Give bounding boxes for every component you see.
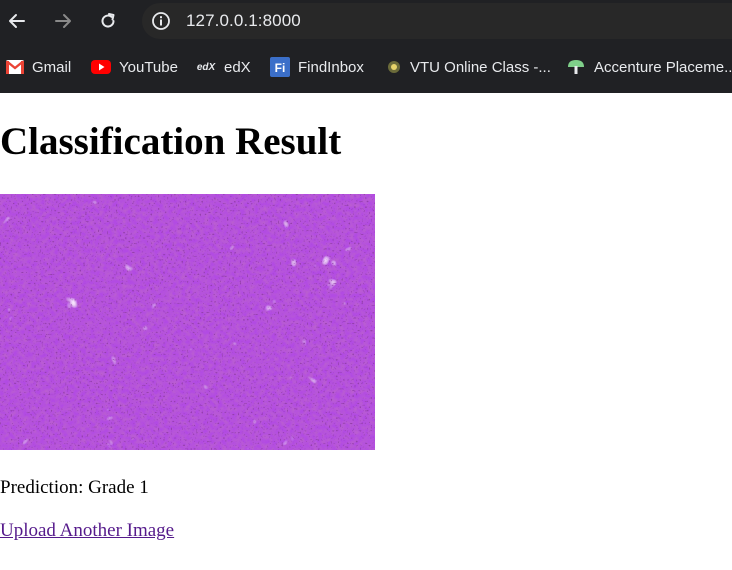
back-arrow-icon [9, 14, 25, 28]
accenture-icon [566, 57, 586, 77]
edx-icon: edX [196, 61, 216, 73]
forward-button[interactable] [50, 8, 76, 34]
prediction-text: Prediction: Grade 1 [0, 477, 149, 498]
bookmark-edx[interactable]: edX edX [196, 57, 251, 77]
reload-icon [101, 13, 115, 28]
forward-arrow-icon [55, 14, 71, 28]
bookmark-gmail[interactable]: Gmail [6, 57, 71, 77]
gmail-icon [6, 60, 24, 74]
youtube-icon [91, 60, 111, 74]
bookmark-label: VTU Online Class -... [410, 58, 551, 76]
bookmark-youtube[interactable]: YouTube [91, 57, 178, 77]
bookmarks-bar: Gmail YouTube edX edX Fi FindInbox VTU O… [0, 42, 732, 93]
site-info-icon[interactable] [151, 11, 171, 31]
bookmark-vtu[interactable]: VTU Online Class -... [386, 57, 551, 77]
page-title: Classification Result [0, 120, 342, 163]
address-bar[interactable]: 127.0.0.1:8000 [142, 3, 732, 39]
bookmark-label: edX [224, 58, 251, 76]
vtu-icon [386, 59, 402, 75]
bookmark-label: Accenture Placeme... [594, 58, 732, 76]
uploaded-tissue-image [0, 194, 375, 450]
bookmark-findinbox[interactable]: Fi FindInbox [270, 57, 364, 77]
url-text[interactable]: 127.0.0.1:8000 [186, 11, 301, 31]
bookmark-accenture[interactable]: Accenture Placeme... [566, 57, 732, 77]
svg-text:Fi: Fi [275, 61, 286, 75]
upload-another-image-link[interactable]: Upload Another Image [0, 520, 174, 542]
bookmark-label: Gmail [32, 58, 72, 76]
page-content: Classification Result Prediction: Grade … [0, 93, 732, 570]
reload-button[interactable] [95, 8, 121, 34]
bookmark-label: YouTube [119, 58, 178, 76]
browser-toolbar: 127.0.0.1:8000 [0, 0, 732, 42]
findinbox-icon: Fi [270, 57, 290, 77]
bookmark-label: FindInbox [298, 58, 364, 76]
back-button[interactable] [4, 8, 30, 34]
